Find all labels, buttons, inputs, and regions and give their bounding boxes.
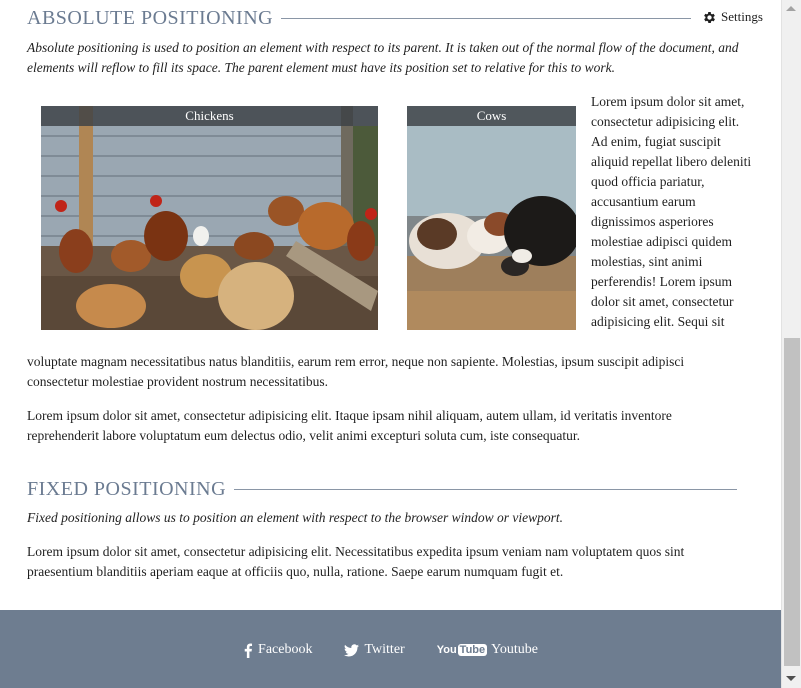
- settings-label: Settings: [721, 9, 763, 24]
- float-text: Lorem ipsum dolor sit amet, consectetur …: [591, 94, 752, 329]
- scroll-up-arrow-icon[interactable]: [786, 6, 796, 11]
- youtube-link[interactable]: You Tube Youtube: [437, 640, 538, 658]
- vertical-scrollbar[interactable]: [781, 0, 801, 688]
- youtube-logo-you: You: [436, 644, 457, 656]
- twitter-icon: [344, 643, 360, 656]
- absolute-paragraph: Lorem ipsum dolor sit amet, consectetur …: [27, 408, 672, 443]
- fixed-positioning-heading: FIXED POSITIONING: [27, 478, 738, 501]
- absolute-positioning-heading: ABSOLUTE POSITIONING: [27, 7, 692, 30]
- fixed-intro: Fixed positioning allows us to position …: [27, 510, 563, 525]
- wrapped-text: voluptate magnam necessitatibus natus bl…: [27, 354, 685, 389]
- main-content: ABSOLUTE POSITIONING Settings Absolute p…: [0, 0, 781, 610]
- facebook-link[interactable]: Facebook: [243, 640, 312, 658]
- twitter-label: Twitter: [364, 642, 405, 657]
- youtube-label: Youtube: [491, 642, 538, 657]
- figure-caption: Chickens: [41, 106, 378, 126]
- absolute-intro: Absolute positioning is used to position…: [27, 40, 739, 75]
- gear-icon: [704, 11, 715, 23]
- chickens-image: [41, 106, 378, 330]
- fixed-paragraph: Lorem ipsum dolor sit amet, consectetur …: [27, 544, 685, 579]
- cows-image: [407, 106, 576, 330]
- heading-rule: [281, 18, 692, 19]
- twitter-link[interactable]: Twitter: [344, 640, 405, 658]
- footer: Facebook Twitter You Tube Youtube: [0, 610, 781, 688]
- figure-caption: Cows: [407, 106, 576, 126]
- heading-rule: [234, 489, 738, 490]
- scroll-thumb[interactable]: [784, 338, 800, 666]
- cows-figure: Cows: [407, 106, 576, 330]
- section-title: FIXED POSITIONING: [27, 478, 227, 500]
- facebook-label: Facebook: [258, 642, 313, 657]
- scroll-down-arrow-icon[interactable]: [786, 676, 796, 681]
- youtube-icon: You Tube: [436, 644, 488, 656]
- section-title: ABSOLUTE POSITIONING: [27, 7, 274, 29]
- chickens-figure: Chickens: [41, 106, 378, 330]
- facebook-icon: [244, 643, 253, 658]
- settings-button[interactable]: Settings: [702, 9, 763, 25]
- youtube-logo-tube: Tube: [457, 644, 488, 656]
